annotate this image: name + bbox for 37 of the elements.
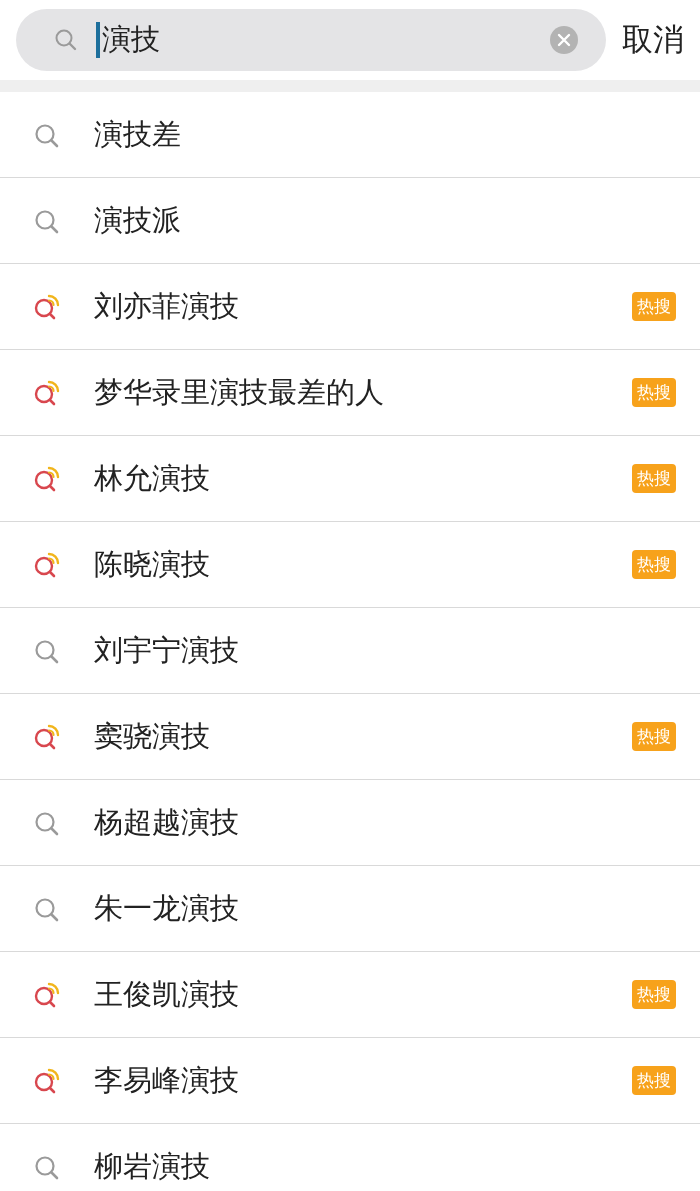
suggestion-text: 柳岩演技: [94, 1147, 211, 1185]
search-field[interactable]: 演技: [16, 9, 606, 71]
suggestion-item[interactable]: 杨超越演技: [0, 780, 700, 866]
suggestion-item[interactable]: 窦骁演技 热搜: [0, 694, 700, 780]
hot-search-badge: 热搜: [632, 722, 676, 751]
suggestion-item[interactable]: 林允演技 热搜: [0, 436, 700, 522]
suggestion-text: 窦骁演技: [94, 717, 211, 755]
suggestion-text: 王俊凯演技: [94, 975, 240, 1013]
suggestion-item[interactable]: 梦华录里演技最差的人 热搜: [0, 350, 700, 436]
search-icon: [54, 28, 78, 52]
suggestion-item[interactable]: 刘宇宁演技: [0, 608, 700, 694]
suggestion-text: 林允演技: [94, 459, 211, 497]
suggestion-text: 杨超越演技: [94, 803, 240, 841]
suggestion-text: 李易峰演技: [94, 1061, 240, 1099]
suggestion-item[interactable]: 李易峰演技 热搜: [0, 1038, 700, 1124]
suggestion-item[interactable]: 朱一龙演技: [0, 866, 700, 952]
suggestion-text: 陈晓演技: [94, 545, 211, 583]
cancel-button[interactable]: 取消: [622, 19, 684, 61]
hot-search-badge: 热搜: [632, 378, 676, 407]
suggestion-item[interactable]: 陈晓演技 热搜: [0, 522, 700, 608]
suggestion-item[interactable]: 刘亦菲演技 热搜: [0, 264, 700, 350]
suggestion-item[interactable]: 王俊凯演技 热搜: [0, 952, 700, 1038]
suggestion-text: 刘亦菲演技: [94, 287, 240, 325]
suggestion-text: 朱一龙演技: [94, 889, 240, 927]
clear-icon[interactable]: [550, 26, 578, 54]
hot-search-badge: 热搜: [632, 464, 676, 493]
suggestion-item[interactable]: 演技派: [0, 178, 700, 264]
suggestion-text: 演技派: [94, 201, 182, 239]
suggestion-text: 刘宇宁演技: [94, 631, 240, 669]
hot-search-badge: 热搜: [632, 292, 676, 321]
suggestion-item[interactable]: 柳岩演技: [0, 1124, 700, 1191]
hot-search-badge: 热搜: [632, 980, 676, 1009]
hot-search-badge: 热搜: [632, 550, 676, 579]
suggestion-item[interactable]: 演技差: [0, 92, 700, 178]
suggestion-text: 梦华录里演技最差的人: [94, 373, 385, 411]
hot-search-badge: 热搜: [632, 1066, 676, 1095]
suggestion-text: 演技差: [94, 115, 182, 153]
